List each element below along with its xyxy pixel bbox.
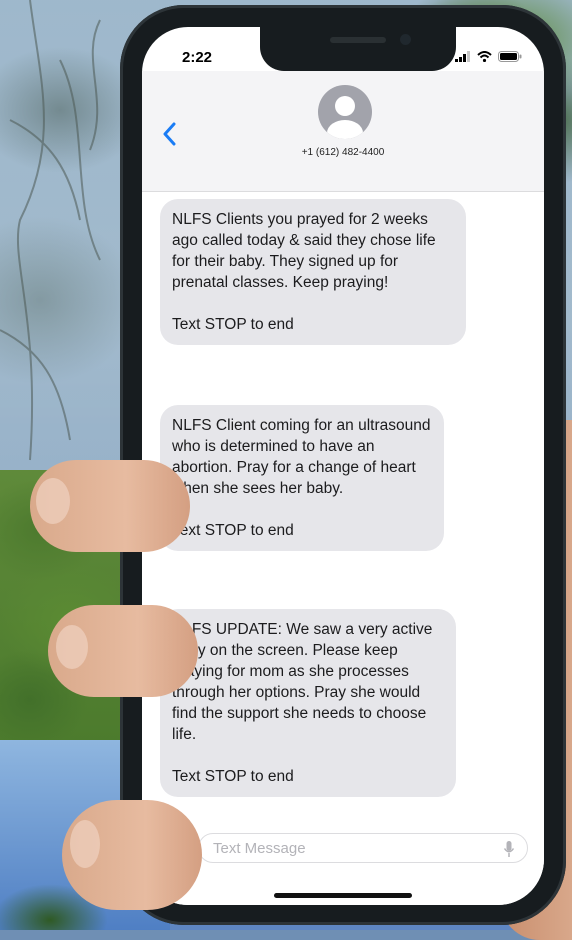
contact-number[interactable]: +1 (612) 482-4400 [142, 147, 544, 158]
fingernail [70, 820, 100, 868]
message-bubble[interactable]: NLFS Client coming for an ultrasound who… [160, 405, 444, 551]
message-bubble[interactable]: NLFS UPDATE: We saw a very active baby o… [160, 609, 456, 797]
front-camera [400, 34, 411, 45]
fingernail [56, 625, 88, 669]
home-indicator[interactable] [274, 893, 412, 898]
speaker-grille [330, 37, 386, 43]
status-time: 2:22 [182, 49, 213, 66]
notch [260, 27, 456, 71]
message-bubble[interactable]: NLFS Clients you prayed for 2 weeks ago … [160, 199, 466, 345]
finger-ring [62, 800, 202, 910]
phone: 2:22 +1 (612) 482-4400 NLFS Clients you … [120, 5, 566, 925]
wifi-icon [477, 51, 492, 62]
message-input-placeholder: Text Message [213, 840, 306, 857]
messages-screen: 2:22 +1 (612) 482-4400 NLFS Clients you … [142, 27, 544, 905]
conversation-header: +1 (612) 482-4400 [142, 71, 544, 192]
finger-index [30, 460, 190, 552]
fingernail [36, 478, 70, 524]
message-input[interactable]: Text Message [198, 833, 528, 863]
contact-avatar-icon[interactable] [318, 85, 372, 139]
signal-icon [455, 51, 470, 62]
microphone-icon[interactable] [503, 840, 515, 858]
finger-middle [48, 605, 198, 697]
back-chevron-icon[interactable] [160, 121, 180, 147]
battery-icon [498, 51, 522, 62]
status-icons [455, 51, 522, 62]
